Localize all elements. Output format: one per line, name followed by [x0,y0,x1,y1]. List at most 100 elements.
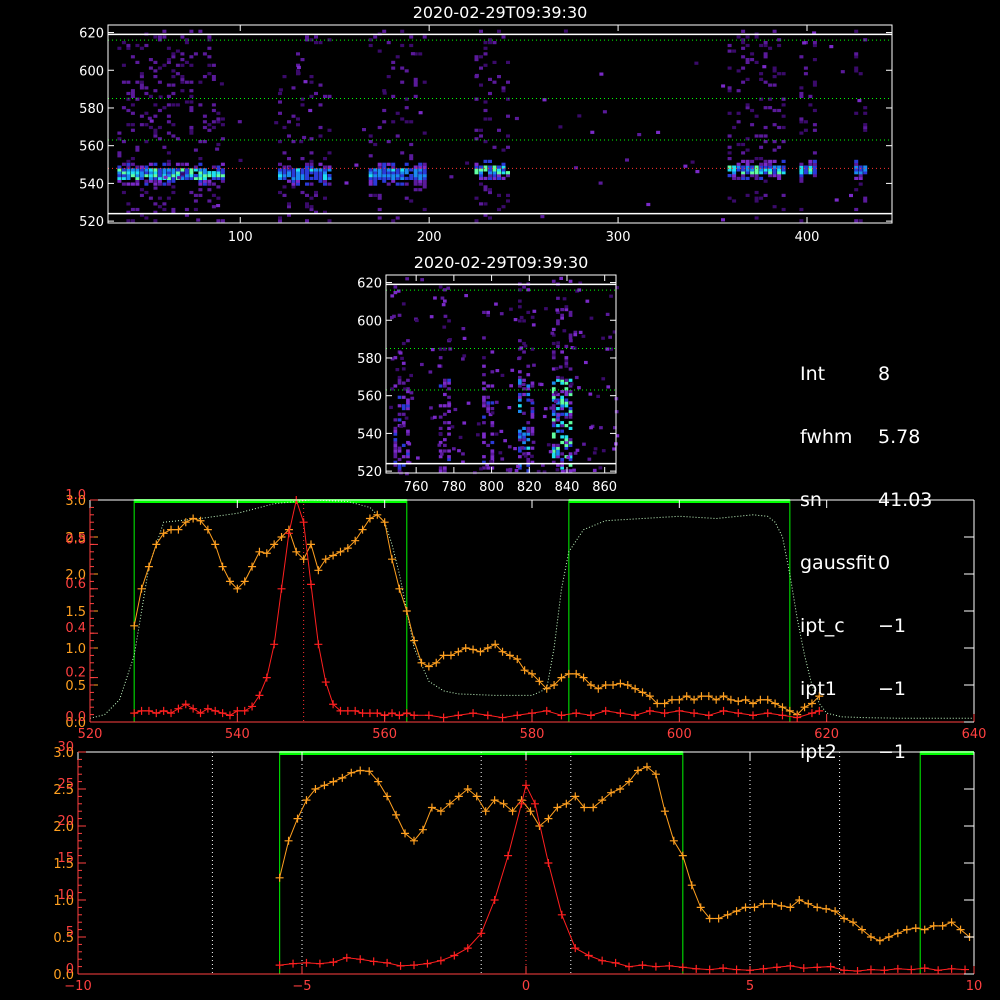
heatmap-cell [395,134,400,138]
y-tick-label-red: 0.2 [65,666,86,681]
orange-series-point [697,692,706,701]
orange-series-point [347,768,356,777]
heatmap-cell [148,171,153,175]
heatmap-cell [391,174,396,178]
heatmap-cell [754,157,759,161]
heatmap-cell [499,312,504,316]
heatmap-cell [483,159,488,163]
heatmap-cell [482,381,486,385]
heatmap-cell [130,111,135,115]
x-tick-label: 580 [520,727,545,742]
heatmap-cell [486,409,490,413]
heatmap-cell [409,176,414,180]
heatmap-cell [486,401,490,405]
heatmap-cell [406,432,410,436]
heatmap-cell [863,171,868,175]
heatmap-cell [551,356,556,360]
heatmap-cell [526,446,531,450]
red-series-point [423,959,432,968]
heatmap-cell [745,58,750,62]
heatmap-cell [490,370,495,374]
heatmap-cell [549,406,554,410]
heatmap-cell [144,182,149,186]
heatmap-cell [144,171,149,175]
heatmap-cell [530,315,535,319]
orange-series-point [768,899,777,908]
heatmap-cell [189,176,194,180]
red-series-point [719,964,728,973]
red-series-point [601,706,610,715]
heatmap-cell [391,179,396,183]
heatmap-cell [768,159,773,163]
heatmap-cell [130,182,135,186]
heatmap-cell [397,378,402,382]
heatmap-cell [781,103,786,107]
heatmap-cell [139,174,144,178]
heatmap-cell [443,384,447,388]
heatmap-cell [560,440,564,445]
heatmap-cell [854,69,859,73]
heatmap-cell [497,207,501,212]
heatmap-cell [395,176,400,180]
heatmap-cell [373,193,378,197]
heatmap-cell [531,323,536,327]
heatmap-cell [560,376,564,380]
heatmap-cell [135,145,140,149]
heatmap-cell [184,60,189,64]
heatmap-cell [175,171,180,175]
heatmap-cell [568,443,573,447]
heatmap-cell [166,60,171,64]
orange-series-point [875,936,884,945]
heatmap-cell [479,29,483,33]
orange-series-point [771,699,780,708]
heatmap-cell [781,159,786,163]
heatmap-cell [207,182,212,186]
heatmap-cell [799,131,804,135]
heatmap-cell [530,412,535,416]
heatmap-cell [551,409,556,413]
heatmap-cell [490,411,495,415]
heatmap-cell [198,29,203,33]
heatmap-cell [812,174,817,178]
red-series-point [542,706,551,715]
heatmap-cell [474,162,479,166]
heatmap-cell [395,368,400,372]
heatmap-cell [305,193,309,197]
orange-series-point [417,658,426,667]
heatmap-cell [397,466,402,470]
orange-series-point [777,901,786,910]
heatmap-cell [745,103,750,107]
heatmap-cell [400,29,405,33]
heatmap-cell [422,131,427,135]
heatmap-cell [568,440,573,445]
heatmap-cell [291,185,296,189]
heatmap-cell [497,171,501,175]
red-series-point [137,706,146,715]
heatmap-cell [530,409,535,413]
heatmap-cell [157,182,162,186]
orange-series-point [667,695,676,704]
heatmap-cell [175,103,180,107]
heatmap-cell [763,125,768,130]
orange-series-point [358,525,367,534]
heatmap-cell [799,171,804,175]
heatmap-cell [461,327,466,331]
red-series-point [343,706,352,715]
heatmap-cell [573,451,578,455]
heatmap-cell [193,168,198,172]
red-series-point [631,711,640,720]
heatmap-cell [401,341,406,346]
heatmap-cell [447,378,451,382]
chart-title: 2020-02-29T09:39:30 [414,253,589,272]
heatmap-cell [854,66,859,70]
heatmap-cell [772,159,777,163]
heatmap-cell [573,333,578,337]
heatmap-cell [519,315,524,320]
red-series-point [947,964,956,973]
heatmap-cell [130,55,135,59]
red-series-point [248,702,257,711]
heatmap-cell [314,35,318,39]
heatmap-cell [409,199,414,203]
heatmap-cell [531,440,536,444]
orange-series-point [284,836,293,845]
